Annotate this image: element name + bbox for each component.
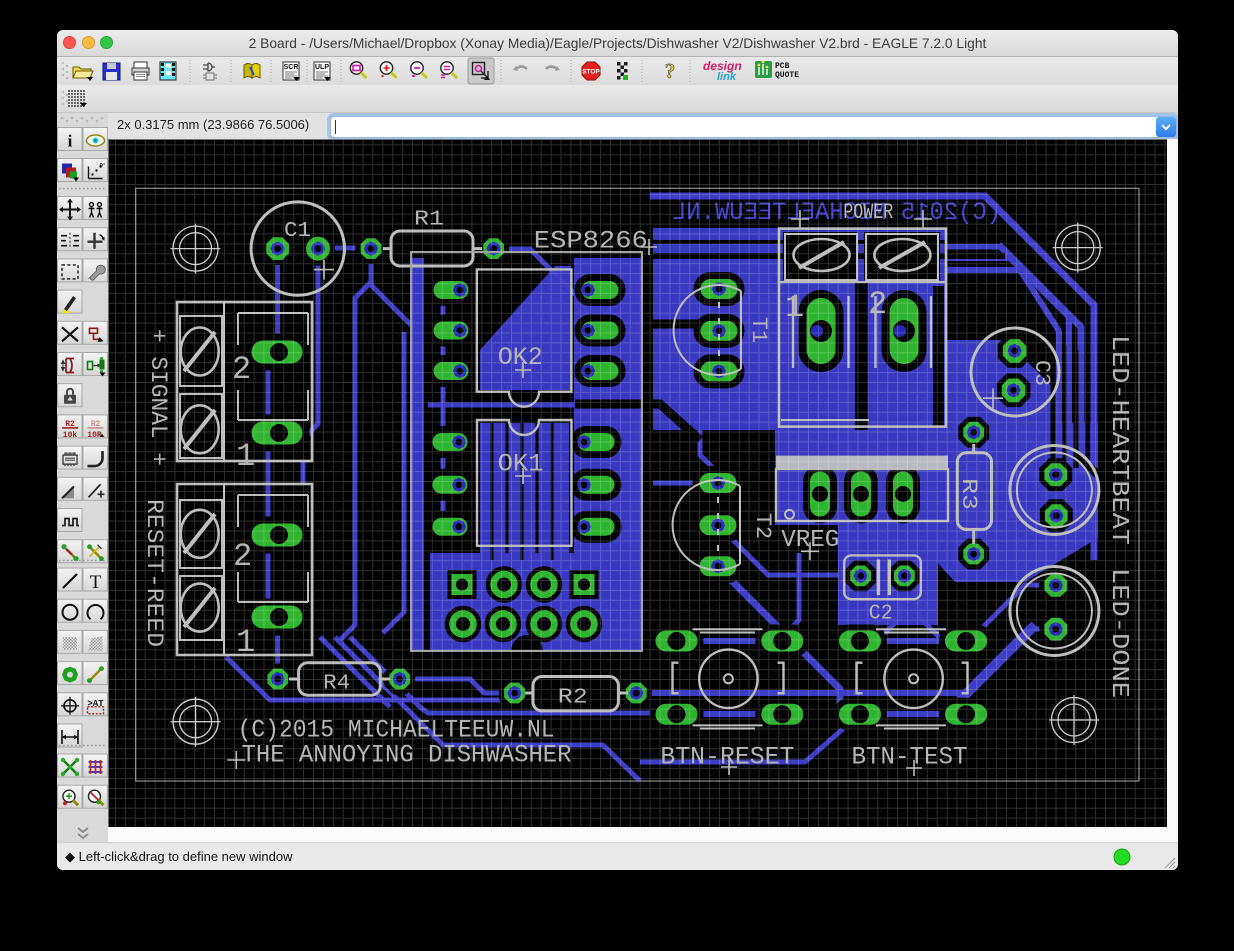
svg-text:T: T — [90, 572, 102, 593]
svg-text:10k: 10k — [63, 431, 78, 440]
svg-text:i: i — [68, 132, 73, 151]
svg-text:9°: 9° — [100, 164, 106, 170]
svg-text:10R: 10R — [87, 431, 102, 440]
